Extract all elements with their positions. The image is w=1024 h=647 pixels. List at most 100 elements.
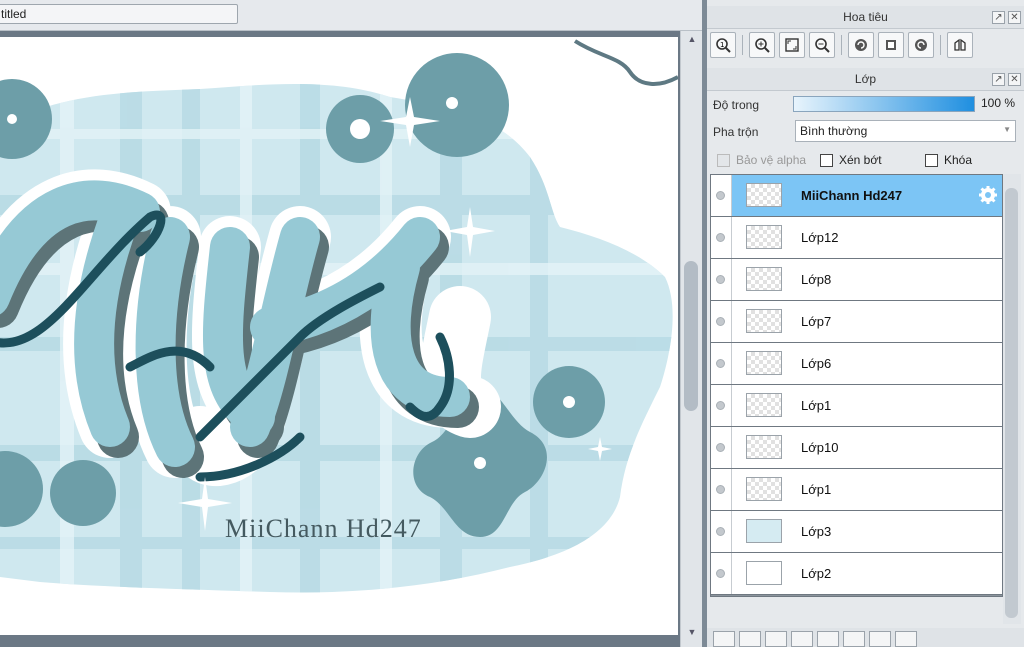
eye-icon	[716, 527, 725, 536]
layer-row[interactable]: Lớp3	[711, 511, 1002, 553]
scroll-down-icon[interactable]: ▼	[686, 627, 698, 639]
new-tone-layer-icon[interactable]	[765, 631, 787, 647]
delete-layer-icon[interactable]	[895, 631, 917, 647]
layer-thumbnail	[746, 519, 782, 543]
visibility-toggle[interactable]	[711, 343, 732, 384]
new-raster-layer-icon[interactable]	[713, 631, 735, 647]
layers-title: Lớp	[854, 72, 877, 86]
blend-mode-value: Bình thường	[800, 124, 868, 138]
visibility-toggle[interactable]	[711, 553, 732, 594]
flip-icon[interactable]	[947, 32, 973, 58]
document-tab-title: titled	[1, 7, 27, 21]
navigator-toolbar: 1	[710, 30, 973, 60]
scroll-up-icon[interactable]: ▲	[686, 34, 698, 46]
visibility-toggle[interactable]	[711, 217, 732, 258]
lock-label: Khóa	[944, 153, 973, 167]
layer-thumbnail	[746, 477, 782, 501]
canvas-viewport[interactable]: MiiChann Hd247	[0, 31, 680, 647]
layer-thumbnail	[746, 393, 782, 417]
zoom-actual-icon[interactable]: 1	[710, 32, 736, 58]
navigator-title-bar: Hoa tiêu ↗ ✕	[707, 6, 1024, 29]
layer-row[interactable]: Lớp7	[711, 301, 1002, 343]
opacity-slider[interactable]	[793, 96, 975, 112]
layer-name: Lớp1	[801, 482, 832, 497]
visibility-toggle[interactable]	[711, 427, 732, 468]
layer-row[interactable]: Lớp12	[711, 217, 1002, 259]
layer-thumbnail	[746, 183, 782, 207]
close-icon[interactable]: ✕	[1008, 73, 1021, 86]
layer-thumbnail	[746, 561, 782, 585]
artwork: MiiChann Hd247	[0, 39, 678, 593]
zoom-in-icon[interactable]	[749, 32, 775, 58]
canvas-vertical-scrollbar[interactable]: ▲ ▼	[680, 31, 703, 647]
document-tab[interactable]: titled	[0, 4, 238, 24]
eye-icon	[716, 401, 725, 410]
visibility-toggle[interactable]	[711, 511, 732, 552]
checkbox-box	[717, 153, 730, 167]
new-folder-icon[interactable]	[817, 631, 839, 647]
visibility-toggle[interactable]	[711, 175, 732, 216]
toolbar-separator	[841, 35, 842, 55]
layer-thumbnail	[746, 309, 782, 333]
layer-row[interactable]: Lớp6	[711, 343, 1002, 385]
zoom-out-icon[interactable]	[809, 32, 835, 58]
chevron-down-icon: ▼	[1003, 125, 1011, 134]
canvas-page[interactable]: MiiChann Hd247	[0, 37, 678, 635]
popout-icon[interactable]: ↗	[992, 73, 1005, 86]
clip-label: Xén bớt	[839, 153, 882, 167]
layer-name: MiiChann Hd247	[801, 188, 903, 203]
eye-icon	[716, 485, 725, 494]
layers-title-bar: Lớp ↗ ✕	[707, 68, 1024, 91]
visibility-toggle[interactable]	[711, 259, 732, 300]
eye-icon	[716, 317, 725, 326]
signature-text: MiiChann Hd247	[225, 514, 422, 543]
layer-name: Lớp7	[801, 314, 832, 329]
clip-checkbox[interactable]: Xén bớt	[820, 153, 882, 167]
copy-layer-icon[interactable]	[843, 631, 865, 647]
layer-row[interactable]: Lớp1	[711, 469, 1002, 511]
close-icon[interactable]: ✕	[1008, 11, 1021, 24]
new-correction-layer-icon[interactable]	[791, 631, 813, 647]
layer-row[interactable]: Lớp8	[711, 259, 1002, 301]
toolbar-separator	[742, 35, 743, 55]
checkbox-box	[820, 153, 833, 167]
layer-row[interactable]: MiiChann Hd247	[711, 175, 1002, 217]
merge-layer-icon[interactable]	[869, 631, 891, 647]
svg-text:1: 1	[720, 41, 724, 49]
fit-screen-icon[interactable]	[779, 32, 805, 58]
layer-name: Lớp12	[801, 230, 839, 245]
visibility-toggle[interactable]	[711, 469, 732, 510]
visibility-toggle[interactable]	[711, 301, 732, 342]
opacity-label: Độ trong	[713, 98, 760, 112]
blend-label: Pha trộn	[713, 125, 759, 139]
layer-thumbnail	[746, 225, 782, 249]
fit-page-icon[interactable]	[878, 32, 904, 58]
layer-list-scrollbar[interactable]	[1003, 174, 1021, 624]
eye-icon	[716, 359, 725, 368]
layer-row[interactable]: Lớp10	[711, 427, 1002, 469]
eye-icon	[716, 569, 725, 578]
layer-thumbnail	[746, 351, 782, 375]
rotate-left-icon[interactable]	[848, 32, 874, 58]
scroll-thumb[interactable]	[1005, 188, 1018, 618]
rotate-right-icon[interactable]	[908, 32, 934, 58]
checkbox-box	[925, 153, 938, 167]
protect-alpha-checkbox[interactable]: Bảo vệ alpha	[717, 153, 806, 167]
visibility-toggle[interactable]	[711, 385, 732, 426]
scroll-thumb[interactable]	[684, 261, 698, 411]
blend-mode-select[interactable]: Bình thường ▼	[795, 120, 1016, 142]
navigator-title: Hoa tiêu	[843, 10, 888, 24]
layer-row[interactable]: Lớp1	[711, 385, 1002, 427]
layer-toolbar	[707, 628, 1024, 647]
layer-row[interactable]: Lớp2	[711, 553, 1002, 595]
lock-checkbox[interactable]: Khóa	[925, 153, 972, 167]
eye-icon	[716, 191, 725, 200]
layer-name: Lớp10	[801, 440, 839, 455]
layer-name: Lớp8	[801, 272, 832, 287]
layer-name: Lớp6	[801, 356, 832, 371]
toolbar-separator	[940, 35, 941, 55]
opacity-value: 100 %	[981, 96, 1016, 110]
new-vector-layer-icon[interactable]	[739, 631, 761, 647]
gear-icon[interactable]	[978, 185, 998, 205]
popout-icon[interactable]: ↗	[992, 11, 1005, 24]
